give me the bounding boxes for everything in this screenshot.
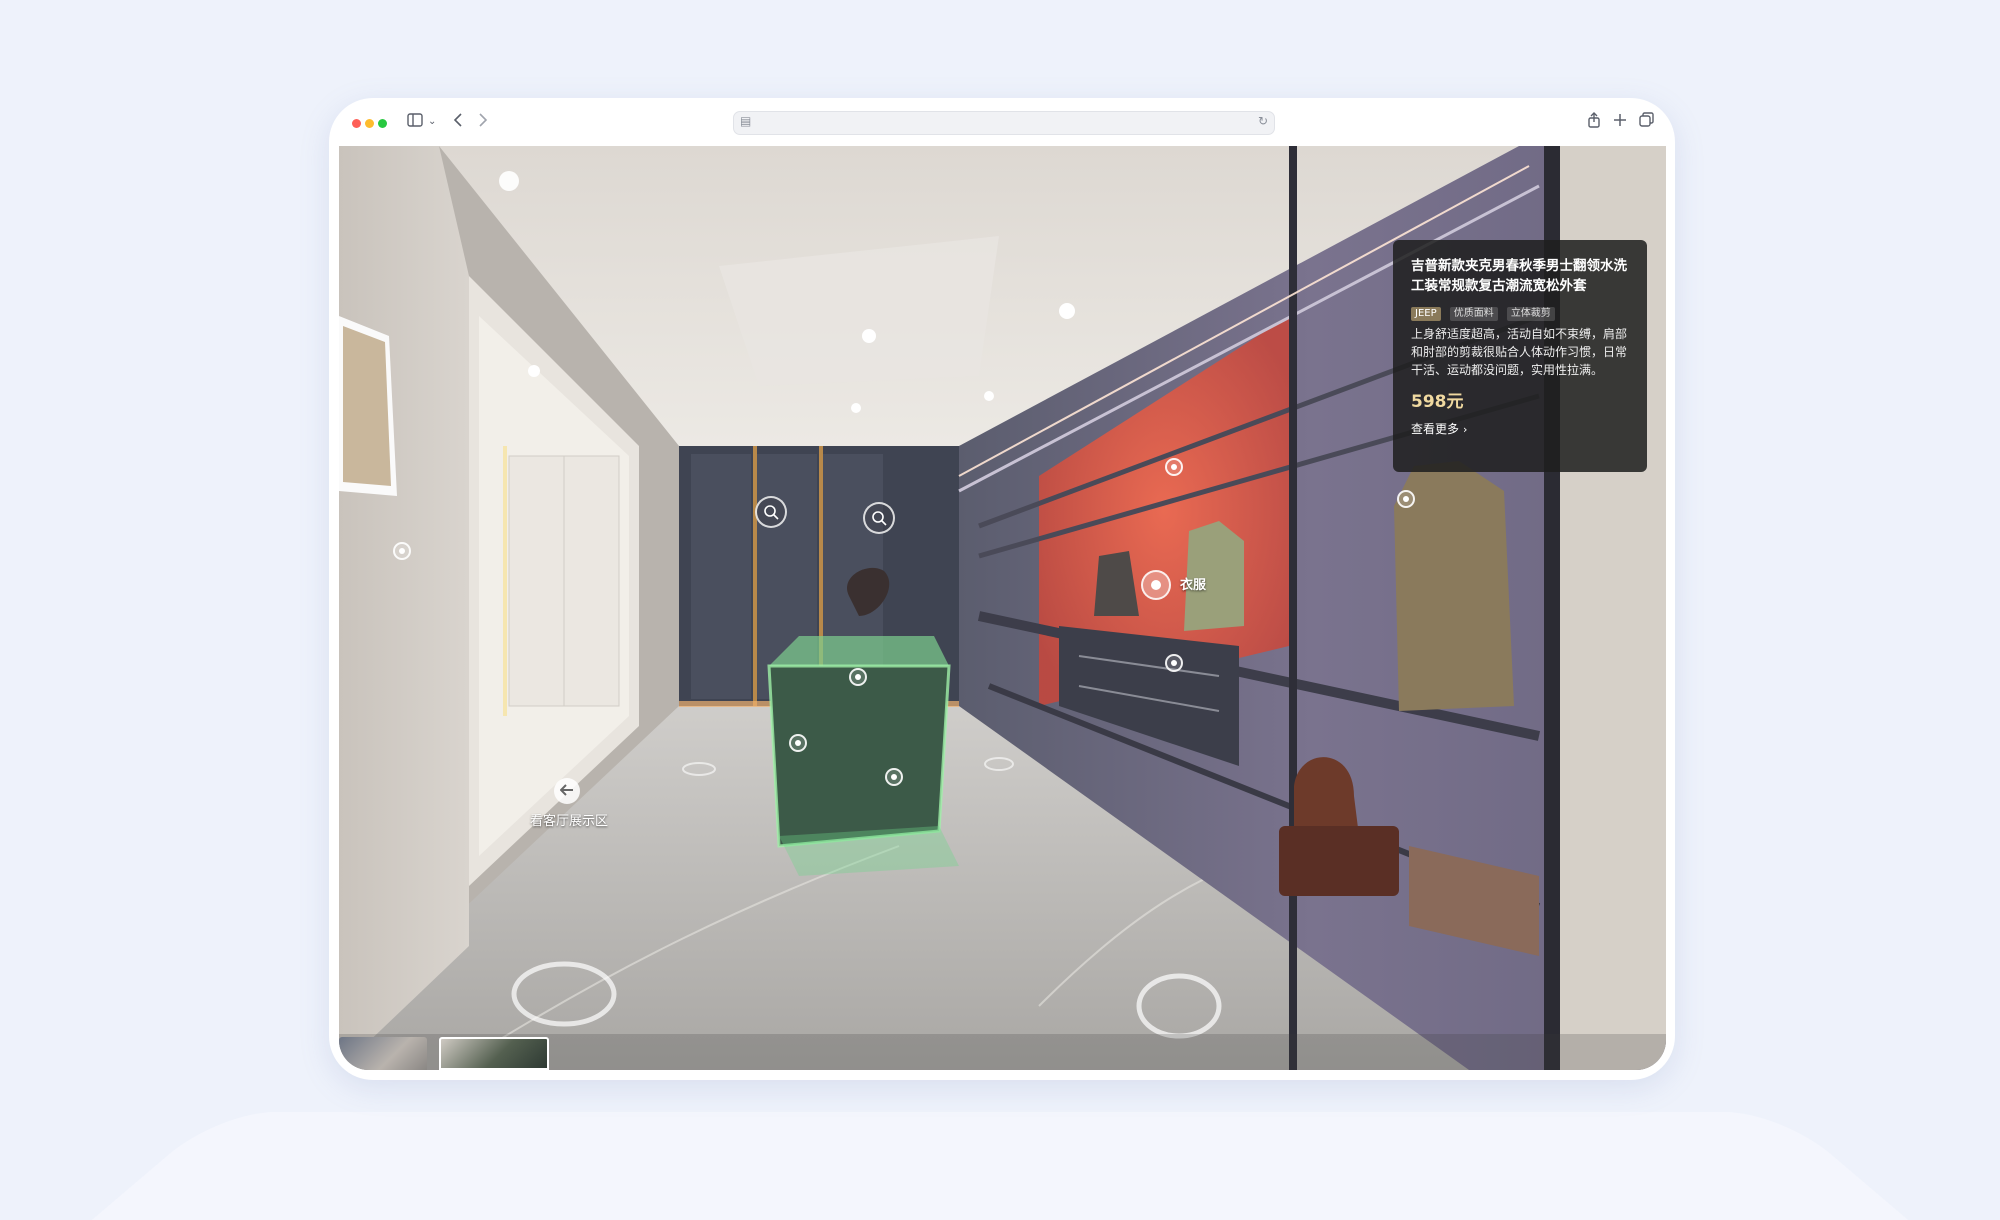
sidebar-icon[interactable] (407, 112, 423, 132)
arrow-left-icon[interactable] (554, 778, 580, 804)
chevron-right-icon[interactable] (478, 112, 488, 132)
panorama-viewer[interactable]: 衣服 看客厅展示区 吉普新款夹克男春秋季男士翻领水洗工装常规款复古潮流宽松外套 … (339, 146, 1666, 1070)
share-icon[interactable] (1587, 112, 1601, 133)
plus-icon[interactable] (1613, 112, 1627, 132)
hotspot-marker[interactable] (885, 768, 903, 786)
zoom-icon[interactable] (755, 496, 787, 528)
product-tag: JEEP (1411, 307, 1441, 321)
browser-toolbar: ⌄ ▤ ↻ (329, 98, 1675, 146)
scene-thumbnail[interactable] (339, 1037, 427, 1070)
minimize-window-button[interactable] (365, 119, 374, 128)
page-info-icon[interactable]: ▤ (740, 114, 751, 128)
scene-thumbnail-active[interactable] (439, 1037, 549, 1070)
tabs-overview-icon[interactable] (1639, 112, 1654, 132)
browser-window: ⌄ ▤ ↻ 衣服 看客厅展示区 吉普新款夹克男春秋季男士翻领水洗工装常规款复古潮… (329, 98, 1675, 1080)
close-window-button[interactable] (352, 119, 361, 128)
product-tag: 立体裁剪 (1506, 307, 1555, 321)
reload-icon[interactable]: ↻ (1258, 114, 1268, 128)
hotspot-marker[interactable] (849, 668, 867, 686)
hotspot-marker[interactable] (393, 542, 411, 560)
hotspot-marker[interactable] (1397, 490, 1415, 508)
product-price: 598元 (1411, 392, 1464, 412)
address-bar[interactable]: ▤ ↻ (733, 111, 1275, 135)
product-title: 吉普新款夹克男春秋季男士翻领水洗工装常规款复古潮流宽松外套 (1411, 258, 1627, 294)
clothes-hotspot-icon[interactable] (1141, 570, 1171, 600)
scene-thumbnail-bar (339, 1034, 1666, 1070)
background-platform (91, 1112, 1909, 1220)
view-more-label: 查看更多 (1411, 422, 1460, 436)
zoom-icon[interactable] (863, 502, 895, 534)
hotspot-marker[interactable] (1165, 458, 1183, 476)
product-info-card[interactable]: 吉普新款夹克男春秋季男士翻领水洗工装常规款复古潮流宽松外套 JEEP 优质面料 … (1393, 240, 1647, 472)
clothes-label[interactable]: 衣服 (1180, 574, 1206, 593)
product-tag: 优质面料 (1449, 307, 1498, 321)
chevron-right-icon: › (1463, 423, 1468, 436)
maximize-window-button[interactable] (378, 119, 387, 128)
hotspot-marker[interactable] (789, 734, 807, 752)
view-more-link[interactable]: 查看更多 › (1411, 420, 1629, 437)
nav-living-room-label[interactable]: 看客厅展示区 (530, 810, 608, 829)
chevron-left-icon[interactable] (453, 112, 463, 132)
hotspot-marker[interactable] (1165, 654, 1183, 672)
chevron-down-icon[interactable]: ⌄ (428, 112, 436, 132)
product-description: 上身舒适度超高，活动自如不束缚，肩部和肘部的剪裁很贴合人体动作习惯，日常干活、运… (1411, 327, 1628, 377)
product-tags: JEEP 优质面料 立体裁剪 (1411, 301, 1629, 321)
